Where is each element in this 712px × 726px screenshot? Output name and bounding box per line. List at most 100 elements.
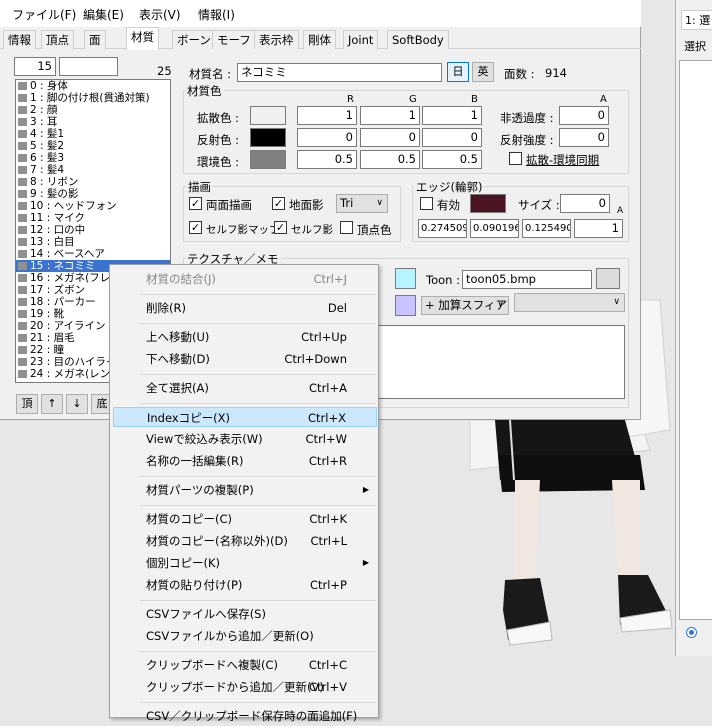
index-input[interactable]: 15 — [14, 57, 56, 76]
tab-morph[interactable]: モーフ — [212, 30, 256, 49]
alpha-input[interactable]: 0 — [559, 106, 609, 125]
ambient-b[interactable]: 0.5 — [422, 150, 482, 169]
menu-item[interactable]: Viewで絞込み表示(W) Ctrl+W — [113, 429, 377, 449]
ambient-r[interactable]: 0.5 — [297, 150, 357, 169]
menu-item[interactable]: 個別コピー(K) ▶ — [113, 553, 377, 573]
menu-info[interactable]: 情報(I) — [198, 6, 235, 23]
material-name-input[interactable]: ネコミミ — [237, 63, 442, 82]
self-shadow-checkbox[interactable]: ✓ — [274, 221, 287, 234]
list-item[interactable]: 9 : 髪の影 — [16, 188, 170, 200]
menu-item[interactable]: 削除(R) Del — [113, 298, 377, 318]
shadow-type-select[interactable]: Tri ∨ — [336, 194, 388, 213]
lang-jp-button[interactable]: 日 — [447, 62, 469, 82]
header-r: R — [347, 94, 354, 105]
diffuse-swatch[interactable] — [250, 106, 286, 125]
edge-g-input[interactable]: 0.090196 — [470, 219, 519, 238]
specular-b[interactable]: 0 — [422, 128, 482, 147]
tab-vertex[interactable]: 頂点 — [41, 30, 74, 49]
menu-item[interactable]: Indexコピー(X) Ctrl+X — [113, 407, 377, 427]
list-item-label: 16 : メガネ(フレー — [30, 272, 121, 284]
menu-item[interactable]: 材質のコピー(C) Ctrl+K — [113, 509, 377, 529]
menu-item[interactable]: 下へ移動(D) Ctrl+Down — [113, 349, 377, 369]
tab-display-frame[interactable]: 表示枠 — [254, 30, 299, 49]
material-swatch-icon — [18, 286, 27, 294]
tab-info[interactable]: 情報 — [3, 30, 36, 49]
texture-color-swatch[interactable] — [395, 268, 416, 289]
specular-r[interactable]: 0 — [297, 128, 357, 147]
list-item[interactable]: 2 : 顔 — [16, 104, 170, 116]
toon-color-swatch[interactable] — [596, 268, 620, 289]
self-shadow-map-checkbox[interactable]: ✓ — [189, 221, 202, 234]
chevron-down-icon: ∨ — [497, 300, 504, 310]
memo-textarea[interactable] — [370, 325, 625, 399]
right-panel-tab[interactable]: 1: 選 — [681, 10, 712, 30]
menu-item[interactable]: 全て選択(A) Ctrl+A — [113, 378, 377, 398]
sync-checkbox[interactable] — [509, 152, 522, 165]
sphere-mode-select[interactable]: + 加算スフィア ∨ — [421, 296, 509, 315]
list-item[interactable]: 5 : 髪2 — [16, 140, 170, 152]
move-top-button[interactable]: 頂 — [16, 394, 38, 414]
edge-enabled-checkbox[interactable] — [420, 197, 433, 210]
sphere-color-swatch[interactable] — [395, 295, 416, 316]
tab-rigidbody[interactable]: 剛体 — [303, 30, 336, 49]
list-item[interactable]: 3 : 耳 — [16, 116, 170, 128]
list-item[interactable]: 11 : マイク — [16, 212, 170, 224]
menu-item[interactable]: CSV／クリップボード保存時の面追加(F) — [113, 706, 377, 726]
ambient-g[interactable]: 0.5 — [360, 150, 420, 169]
edge-size-input[interactable]: 0 — [560, 194, 610, 213]
tab-face[interactable]: 面 — [84, 30, 106, 49]
diffuse-g[interactable]: 1 — [360, 106, 420, 125]
menu-item[interactable]: 名称の一括編集(R) Ctrl+R — [113, 451, 377, 471]
list-item[interactable]: 4 : 髪1 — [16, 128, 170, 140]
diffuse-b[interactable]: 1 — [422, 106, 482, 125]
diffuse-r[interactable]: 1 — [297, 106, 357, 125]
edge-r-input[interactable]: 0.274509 — [418, 219, 467, 238]
menu-item[interactable]: 材質の貼り付け(P) Ctrl+P — [113, 575, 377, 595]
menu-item[interactable]: CSVファイルへ保存(S) — [113, 604, 377, 624]
double-sided-checkbox[interactable]: ✓ — [189, 197, 202, 210]
move-up-button[interactable]: ↑ — [41, 394, 63, 414]
list-item-label: 12 : 口の中 — [30, 224, 86, 236]
material-swatch-icon — [18, 202, 27, 210]
power-input[interactable]: 0 — [559, 128, 609, 147]
edge-color-swatch[interactable] — [470, 194, 506, 213]
menu-item[interactable]: 材質の結合(J) Ctrl+J — [113, 269, 377, 289]
sphere-file-select[interactable]: ∨ — [514, 293, 625, 312]
list-item[interactable]: 12 : 口の中 — [16, 224, 170, 236]
lang-en-button[interactable]: 英 — [472, 62, 494, 82]
list-item[interactable]: 7 : 髪4 — [16, 164, 170, 176]
index-input-2[interactable] — [59, 57, 118, 76]
tab-softbody[interactable]: SoftBody — [387, 30, 449, 49]
menu-view[interactable]: 表示(V) — [139, 6, 181, 23]
radio-icon[interactable] — [686, 627, 697, 638]
list-item[interactable]: 13 : 白目 — [16, 236, 170, 248]
list-item[interactable]: 6 : 髪3 — [16, 152, 170, 164]
list-item[interactable]: 8 : リボン — [16, 176, 170, 188]
edge-b-input[interactable]: 0.125490 — [522, 219, 571, 238]
menu-item[interactable]: 材質パーツの複製(P) ▶ — [113, 480, 377, 500]
specular-swatch[interactable] — [250, 128, 286, 147]
tab-material[interactable]: 材質 — [126, 27, 159, 50]
vertex-color-checkbox[interactable] — [340, 221, 353, 234]
list-item[interactable]: 1 : 脚の付け根(貫通対策) — [16, 92, 170, 104]
tab-joint[interactable]: Joint — [343, 30, 379, 49]
menu-item[interactable]: CSVファイルから追加／更新(O) — [113, 626, 377, 646]
edge-a-input[interactable]: 1 — [574, 219, 623, 238]
menu-item[interactable]: クリップボードへ複製(C) Ctrl+C — [113, 655, 377, 675]
ground-shadow-checkbox[interactable]: ✓ — [272, 197, 285, 210]
menu-file[interactable]: ファイル(F) — [12, 6, 76, 23]
sync-label[interactable]: 拡散-環境同期 — [526, 152, 599, 168]
menu-item[interactable]: クリップボードから追加／更新(V) Ctrl+V — [113, 677, 377, 697]
list-item[interactable]: 10 : ヘッドフォン — [16, 200, 170, 212]
menu-item[interactable]: 上へ移動(U) Ctrl+Up — [113, 327, 377, 347]
menu-item[interactable]: 材質のコピー(名称以外)(D) Ctrl+L — [113, 531, 377, 551]
list-item[interactable]: 14 : ベースヘア — [16, 248, 170, 260]
move-down-button[interactable]: ↓ — [66, 394, 88, 414]
tab-bone[interactable]: ボーン — [172, 30, 216, 49]
menu-edit[interactable]: 編集(E) — [83, 6, 124, 23]
toon-input[interactable]: toon05.bmp — [462, 270, 592, 289]
list-item[interactable]: 0 : 身体 — [16, 80, 170, 92]
ambient-swatch[interactable] — [250, 150, 286, 169]
material-swatch-icon — [18, 298, 27, 306]
specular-g[interactable]: 0 — [360, 128, 420, 147]
